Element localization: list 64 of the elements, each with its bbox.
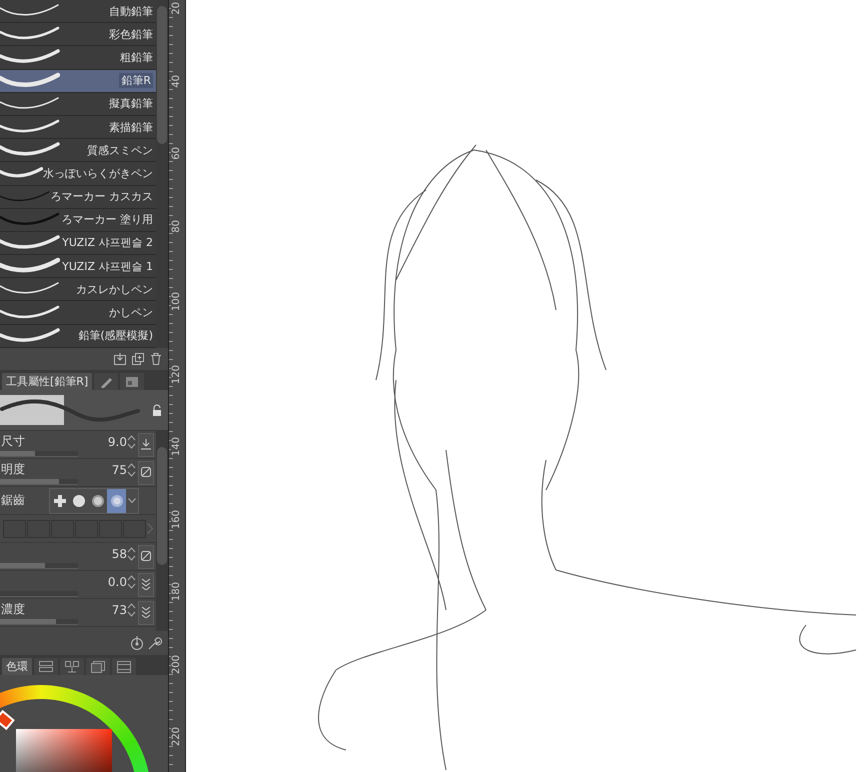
- chevrons-icon: [141, 607, 151, 618]
- brush-stroke-icon: [0, 326, 60, 345]
- spinner-icon[interactable]: [127, 602, 136, 618]
- brush-stroke-icon: [0, 257, 60, 276]
- spinner-icon[interactable]: [127, 462, 136, 478]
- slider-track[interactable]: [0, 590, 78, 596]
- circle-icon: [72, 494, 84, 506]
- property-label: 鋸齒: [0, 492, 26, 509]
- property-label: 濃度: [0, 601, 26, 618]
- property-label: 明度: [0, 461, 26, 478]
- brush-item[interactable]: 質感スミペン: [0, 139, 156, 162]
- panel-tab[interactable]: [112, 658, 136, 675]
- toggle-button[interactable]: [138, 432, 154, 456]
- circle-icon: [92, 494, 104, 506]
- property-label: 尺寸: [0, 433, 26, 450]
- brush-item[interactable]: YUZIZ 샤프펜슬 1: [0, 255, 156, 278]
- spinner-icon[interactable]: [127, 546, 136, 562]
- chevrons-icon: [141, 579, 151, 590]
- scrollbar[interactable]: [156, 431, 168, 631]
- toggle-button[interactable]: [138, 600, 154, 624]
- value-field[interactable]: 73: [112, 602, 127, 616]
- slider-track[interactable]: [0, 562, 78, 568]
- option-group[interactable]: [49, 488, 139, 514]
- download-icon[interactable]: [114, 353, 126, 365]
- window-icon: [126, 376, 138, 386]
- slash-icon: [141, 551, 151, 562]
- brush-stroke-icon: [0, 72, 60, 90]
- duplicate-icon[interactable]: [132, 353, 144, 365]
- film-icon: [117, 660, 131, 672]
- trash-icon[interactable]: [150, 353, 162, 365]
- brush-item[interactable]: ろマーカー 塗り用: [0, 208, 156, 232]
- brush-item[interactable]: 鉛筆(感壓模擬): [0, 324, 156, 348]
- panel-tab[interactable]: [94, 373, 118, 390]
- brush-item[interactable]: ろマーカー カスカス: [0, 186, 156, 209]
- slider-track[interactable]: [0, 478, 78, 484]
- brush-item[interactable]: 粗鉛筆: [0, 46, 156, 70]
- toggle-button[interactable]: [138, 572, 154, 596]
- panel-tab[interactable]: [86, 658, 110, 675]
- brush-item[interactable]: 鉛筆R: [0, 70, 156, 93]
- panel-tab[interactable]: [34, 658, 58, 675]
- toggle-button[interactable]: [138, 460, 154, 484]
- dial-icon[interactable]: [130, 636, 144, 650]
- unlock-icon[interactable]: [152, 404, 162, 416]
- spinner-icon[interactable]: [127, 434, 136, 450]
- value-field[interactable]: 58: [112, 546, 127, 560]
- circle-icon: [110, 494, 122, 506]
- value-field[interactable]: 75: [112, 462, 127, 476]
- panel-tab[interactable]: 色環: [2, 658, 32, 675]
- pen-icon: [100, 376, 112, 388]
- layers-icon: [91, 660, 105, 672]
- antialias-option[interactable]: [107, 488, 126, 512]
- slash-icon: [141, 467, 151, 478]
- slider-track[interactable]: [0, 618, 78, 624]
- toggle-button[interactable]: [138, 544, 154, 568]
- panel-tab[interactable]: [60, 658, 84, 675]
- sliders-icon: [39, 661, 53, 672]
- panel-tab[interactable]: 工具屬性[鉛筆R]: [2, 373, 92, 390]
- panel-tab[interactable]: [120, 373, 144, 390]
- value-field[interactable]: 0.0: [108, 574, 127, 588]
- spinner-icon[interactable]: [127, 574, 136, 590]
- scrollbar[interactable]: [156, 0, 168, 348]
- slider-track[interactable]: [0, 450, 78, 456]
- value-field[interactable]: 9.0: [108, 434, 127, 448]
- caret-icon[interactable]: [128, 498, 136, 503]
